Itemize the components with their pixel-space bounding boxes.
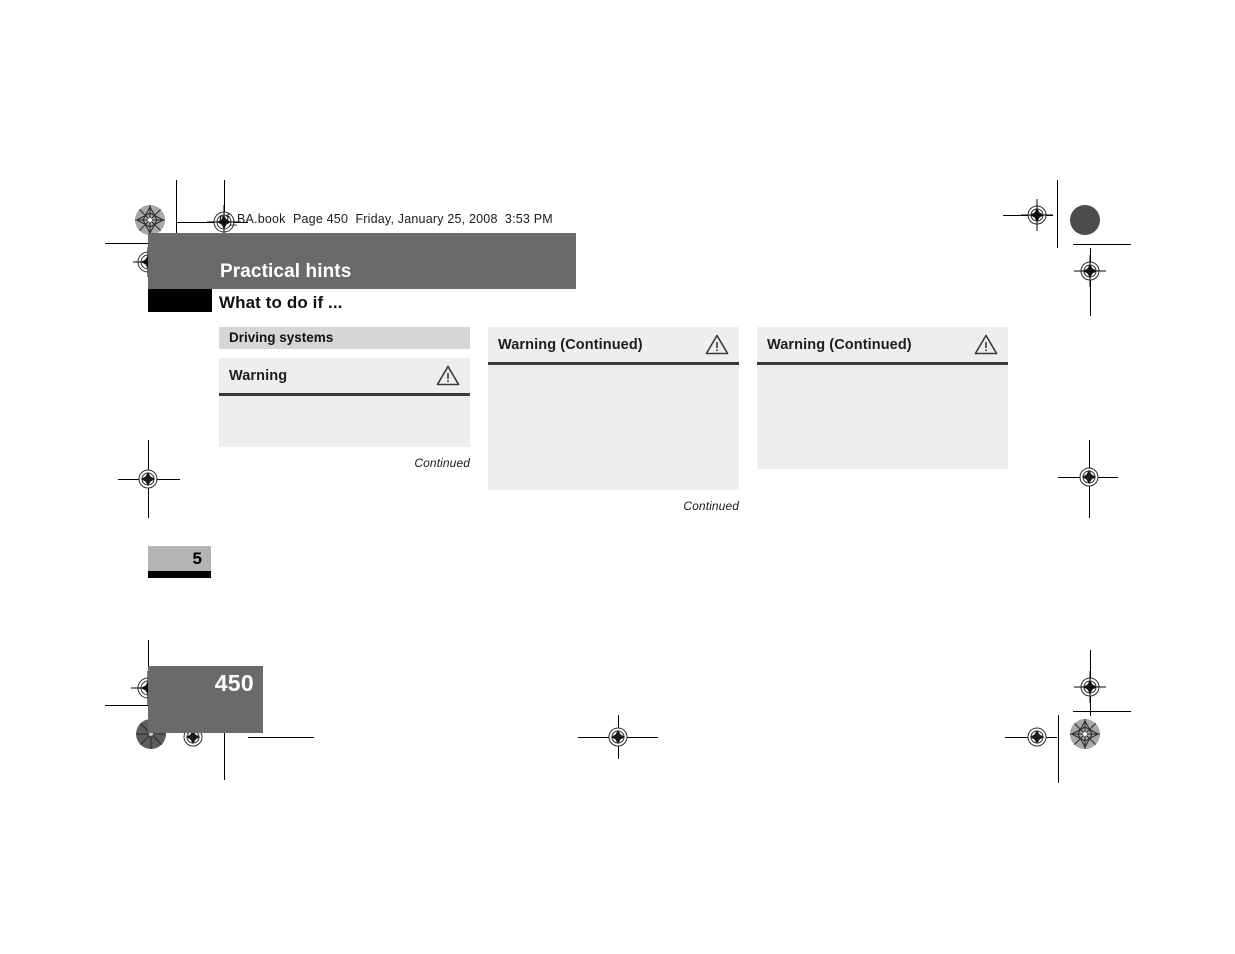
warning-triangle-icon (705, 334, 729, 355)
warning-box-body (488, 365, 739, 490)
page-number: 450 (214, 670, 254, 696)
book-file-header: nf_BA.book Page 450 Friday, January 25, … (219, 212, 553, 226)
chapter-number: 5 (148, 546, 211, 571)
trim-line-horizontal (1073, 244, 1131, 245)
continued-label: Continued (683, 499, 739, 513)
warning-box: Warning (Continued) (488, 327, 739, 490)
registration-crosshair-right-middle (1072, 460, 1106, 494)
registration-crosshair-top-right-inner (1073, 254, 1107, 288)
warning-box-header: Warning (Continued) (757, 327, 1008, 365)
registration-crosshair-bottom-right-inner (1073, 670, 1107, 704)
page-title: What to do if ... (219, 293, 343, 312)
warning-box-body (219, 396, 470, 447)
warning-box-header: Warning (Continued) (488, 327, 739, 365)
registration-crosshair-left-middle (131, 462, 165, 496)
content-column-2: Warning (Continued) Continued (488, 327, 739, 513)
warning-box-title: Warning (Continued) (767, 336, 912, 353)
trim-line-horizontal (1073, 711, 1131, 712)
warning-box-title: Warning (229, 367, 288, 384)
chapter-thumb-bar (148, 571, 211, 578)
registration-crosshair-bottom-right (1020, 720, 1054, 754)
group-heading-driving-systems: Driving systems (219, 327, 470, 349)
trim-line-vertical (1058, 715, 1059, 783)
continued-label: Continued (414, 456, 470, 470)
section-marker-block (148, 289, 212, 312)
chapter-thumb-index: 5 (148, 546, 211, 578)
printed-page: nf_BA.book Page 450 Friday, January 25, … (0, 0, 1235, 954)
registration-crosshair-bottom-center (601, 720, 635, 754)
trim-line-vertical (1057, 180, 1058, 248)
warning-box: Warning (219, 358, 470, 447)
content-column-1: Driving systems Warning Continued (219, 327, 470, 470)
warning-triangle-icon (974, 334, 998, 355)
warning-box-title: Warning (Continued) (498, 336, 643, 353)
trim-line-horizontal (248, 737, 314, 738)
content-column-3: Warning (Continued) (757, 327, 1008, 469)
warning-box: Warning (Continued) (757, 327, 1008, 469)
folio-block: 450 (148, 666, 263, 733)
registration-crosshair-top-right (1020, 198, 1054, 232)
warning-triangle-icon (436, 365, 460, 386)
warning-box-header: Warning (219, 358, 470, 396)
star-target-dot-top-left (135, 205, 165, 235)
chapter-banner: Practical hints (148, 233, 576, 289)
solid-target-dot-top-right (1070, 205, 1100, 235)
chapter-banner-title: Practical hints (220, 261, 352, 282)
warning-box-body (757, 365, 1008, 469)
star-target-dot-bottom-right (1070, 719, 1100, 749)
